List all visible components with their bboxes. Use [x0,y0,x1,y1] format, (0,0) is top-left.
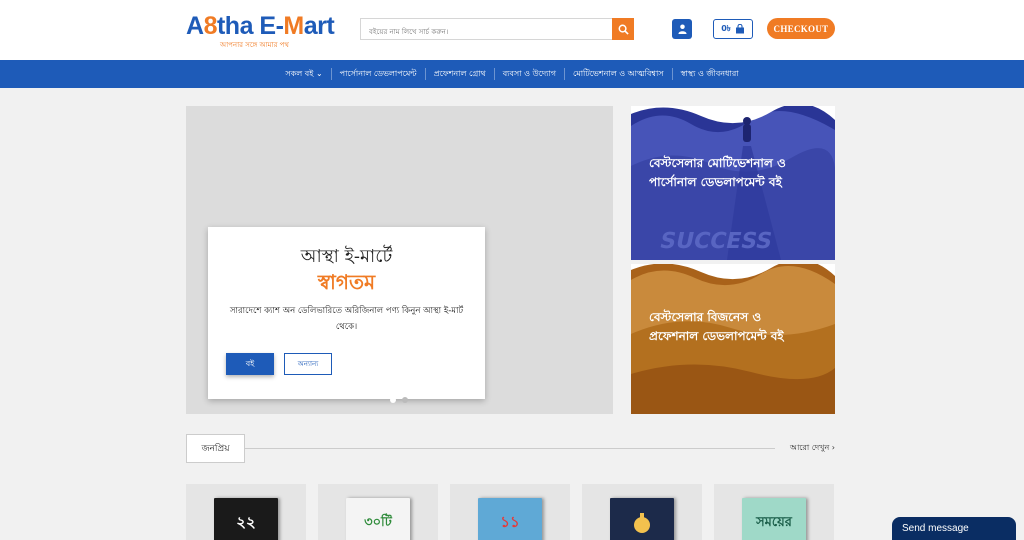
slider-dots [390,397,408,403]
book-cover: ২২ [214,498,278,540]
nav-item-health[interactable]: স্বাস্থ্য ও জীবনধারা [673,68,747,80]
logo-tagline: আপনার সঙ্গে আমার পথ [220,41,289,49]
slider-dot-1[interactable] [390,397,396,403]
search-button[interactable] [612,18,634,40]
account-button[interactable] [672,19,692,39]
book-cover: ১১ [478,498,542,540]
hero-slider: আস্থা ই-মার্টে স্বাগতম সারাদেশে ক্যাশ অন… [186,106,613,414]
product-card[interactable]: ১১ [450,484,570,540]
section-divider [245,448,775,449]
checkout-button[interactable]: CHECKOUT [767,18,835,39]
product-list: ২২ ৩০টি ১১ সময়ের [186,484,835,540]
banner-motivational[interactable]: SUCCESS বেস্টসেলার মোটিভেশনাল ও পার্সোনা… [631,106,835,260]
slider-dot-2[interactable] [402,397,408,403]
search-input[interactable] [361,22,611,42]
logo-wordmark: A8tha E-Mart [186,12,335,40]
nav-item-all-books[interactable]: সকল বই ⌄ [277,68,332,80]
chevron-right-icon: › [831,443,835,452]
book-cover: সময়ের [742,498,806,540]
logo[interactable]: A8tha E-Mart আপনার সঙ্গে আমার পথ [186,12,346,52]
search-bar [360,18,634,42]
user-icon [677,24,687,34]
banner-business-text: বেস্টসেলার বিজনেস ও প্রফেশনাল ডেভলাপমেন্… [649,310,784,343]
send-message-button[interactable]: Send message [892,517,1016,540]
welcome-highlight: স্বাগতম [317,270,376,294]
shopping-bag-icon [735,24,744,34]
book-illustration [634,513,650,533]
cart-amount: 0৳ [721,23,731,33]
welcome-card: আস্থা ই-মার্টে স্বাগতম সারাদেশে ক্যাশ অন… [208,227,485,399]
nav-item-motivational[interactable]: মোটিভেশনাল ও আত্মবিশ্বাস [565,68,673,80]
product-card[interactable] [582,484,702,540]
product-card[interactable]: ২২ [186,484,306,540]
see-more-link[interactable]: আরো দেখুন › [790,442,835,455]
popular-section-header: জনপ্রিয় আরো দেখুন › [186,434,835,464]
nav-item-professional-growth[interactable]: প্রফেশনাল গ্রোথ [426,68,495,80]
search-icon [618,24,629,35]
banner-business[interactable]: বেস্টসেলার বিজনেস ও প্রফেশনাল ডেভলাপমেন্… [631,264,835,414]
product-card[interactable]: সময়ের [714,484,834,540]
book-cover: ৩০টি [346,498,410,540]
banner-overlay-word: SUCCESS [658,228,775,254]
book-cover [610,498,674,540]
welcome-description: সারাদেশে ক্যাশ অন ডেলিভারিতে অরিজিনাল পণ… [229,306,464,332]
site-header: A8tha E-Mart আপনার সঙ্গে আমার পথ 0৳ CHEC… [0,0,1024,60]
tab-popular[interactable]: জনপ্রিয় [186,434,245,463]
banner-motivational-text: বেস্টসেলার মোটিভেশনাল ও পার্সোনাল ডেভলাপ… [649,156,786,189]
books-button[interactable]: বই [226,353,274,375]
main-navigation: সকল বই ⌄ পার্সোনাল ডেভলাপমেন্ট প্রফেশনাল… [0,60,1024,88]
nav-item-personal-development[interactable]: পার্সোনাল ডেভলাপমেন্ট [332,68,426,80]
nav-item-business[interactable]: ব্যবসা ও উদ্যোগ [495,68,566,80]
cart-button[interactable]: 0৳ [713,19,753,39]
welcome-heading: আস্থা ই-মার্টে [300,246,393,267]
product-card[interactable]: ৩০টি [318,484,438,540]
other-products-button[interactable]: অন্যান্য [284,353,332,375]
